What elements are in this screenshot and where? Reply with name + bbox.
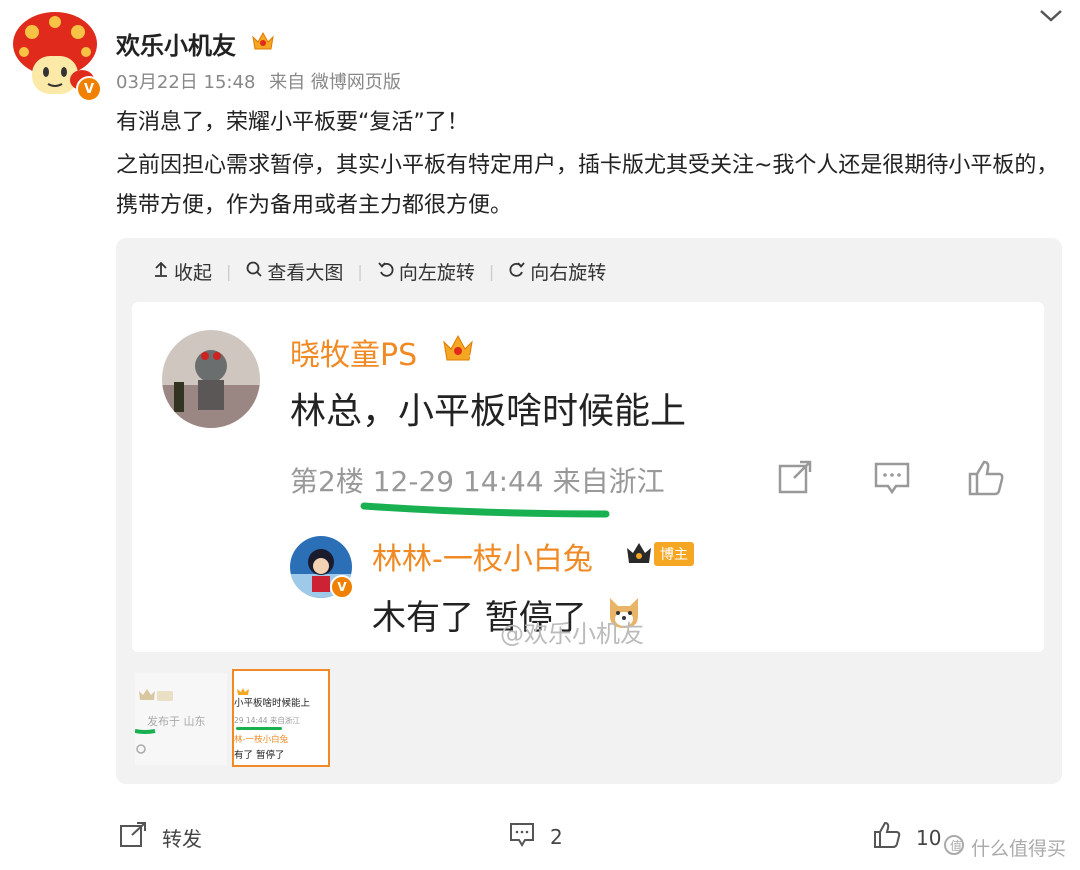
image-watermark: @欢乐小机友 <box>500 620 644 648</box>
thumb2-line2: 29 14:44 来自浙江 <box>234 716 300 725</box>
repost-icon <box>118 820 148 855</box>
svg-text:值: 值 <box>950 838 962 853</box>
post-date[interactable]: 03月22日 15:48 <box>116 72 255 93</box>
svg-text:2: 2 <box>468 355 474 365</box>
comment-meta: 第2楼 12-29 14:44 来自浙江 <box>290 465 665 498</box>
commenter-avatar <box>162 330 260 428</box>
like-icon <box>966 458 1006 498</box>
view-large-button[interactable]: 查看大图 <box>245 258 343 285</box>
toolbar-divider: | <box>357 262 363 281</box>
thumbnail-2-selected[interactable]: 小平板啥时候能上 29 14:44 来自浙江 林-一枝小白兔 有了 暂停了 <box>232 669 330 767</box>
like-icon <box>872 820 902 855</box>
toolbar-divider: | <box>226 262 232 281</box>
collapse-button[interactable]: 收起 <box>152 258 212 285</box>
comment-icon <box>508 820 536 853</box>
like-count: 10 <box>916 825 942 850</box>
site-watermark: 值 什么值得买 <box>943 834 1066 861</box>
rotate-left-label: 向左旋转 <box>398 262 475 284</box>
rotate-left-icon <box>377 260 395 283</box>
toolbar-divider: | <box>488 262 495 281</box>
post-meta: 03月22日 15:48 来自 微博网页版 <box>116 68 401 94</box>
comment-content: 林总，小平板啥时候能上 <box>290 391 687 432</box>
post-source: 来自 微博网页版 <box>269 72 401 93</box>
thumb1-text: 发布于 山东 <box>147 715 206 728</box>
thumb-crown-icon <box>234 681 252 695</box>
green-underline-mark <box>360 498 612 522</box>
collapse-icon <box>152 260 170 283</box>
rotate-right-button[interactable]: 向右旋转 <box>508 258 606 285</box>
comment-icon <box>872 458 912 498</box>
crown-icon <box>624 540 654 566</box>
verified-badge-icon: V <box>76 76 102 102</box>
collapse-label: 收起 <box>174 262 213 284</box>
image-toolbar: 收起 | 查看大图 | 向左旋转 | 向右旋转 <box>152 258 606 285</box>
repost-label: 转发 <box>162 827 202 851</box>
search-icon <box>245 260 263 283</box>
thumb2-line3: 林-一枝小白兔 <box>234 735 289 745</box>
comment-button[interactable]: 2 <box>508 820 563 853</box>
comment-count: 2 <box>550 824 563 849</box>
post-text-line2: 之前因担心需求暂停，其实小平板有特定用户，插卡版尤其受关注~我个人还是很期待小平… <box>116 153 1059 218</box>
rotate-right-icon <box>508 260 526 283</box>
chevron-down-icon[interactable] <box>1038 8 1064 24</box>
site-logo-icon: 值 <box>943 834 965 861</box>
post-text-line1: 有消息了，荣耀小平板要“复活”了！ <box>116 110 469 135</box>
thumb2-line1: 小平板啥时候能上 <box>234 698 311 709</box>
thumbnail-1[interactable]: 发布于 山东 <box>135 673 227 765</box>
rotate-right-label: 向右旋转 <box>530 262 607 284</box>
share-icon <box>776 458 816 498</box>
site-watermark-text: 什么值得买 <box>970 838 1066 860</box>
thumb2-line4: 有了 暂停了 <box>234 750 285 761</box>
crown-icon: 2 <box>440 330 476 366</box>
view-large-label: 查看大图 <box>267 262 344 284</box>
blogger-badge: 博主 <box>654 542 694 566</box>
repost-button[interactable]: 转发 <box>118 820 202 855</box>
author-name[interactable]: 欢乐小机友 <box>116 26 236 61</box>
crown-icon <box>250 28 276 54</box>
verified-badge-icon: V <box>330 575 354 599</box>
like-button[interactable]: 10 <box>872 820 941 855</box>
rotate-left-button[interactable]: 向左旋转 <box>377 258 475 285</box>
thumb-green-mark <box>236 727 282 730</box>
commenter-name: 晓牧童PS <box>290 338 418 373</box>
reply-user-name: 林林-一枝小白兔 <box>372 542 593 577</box>
